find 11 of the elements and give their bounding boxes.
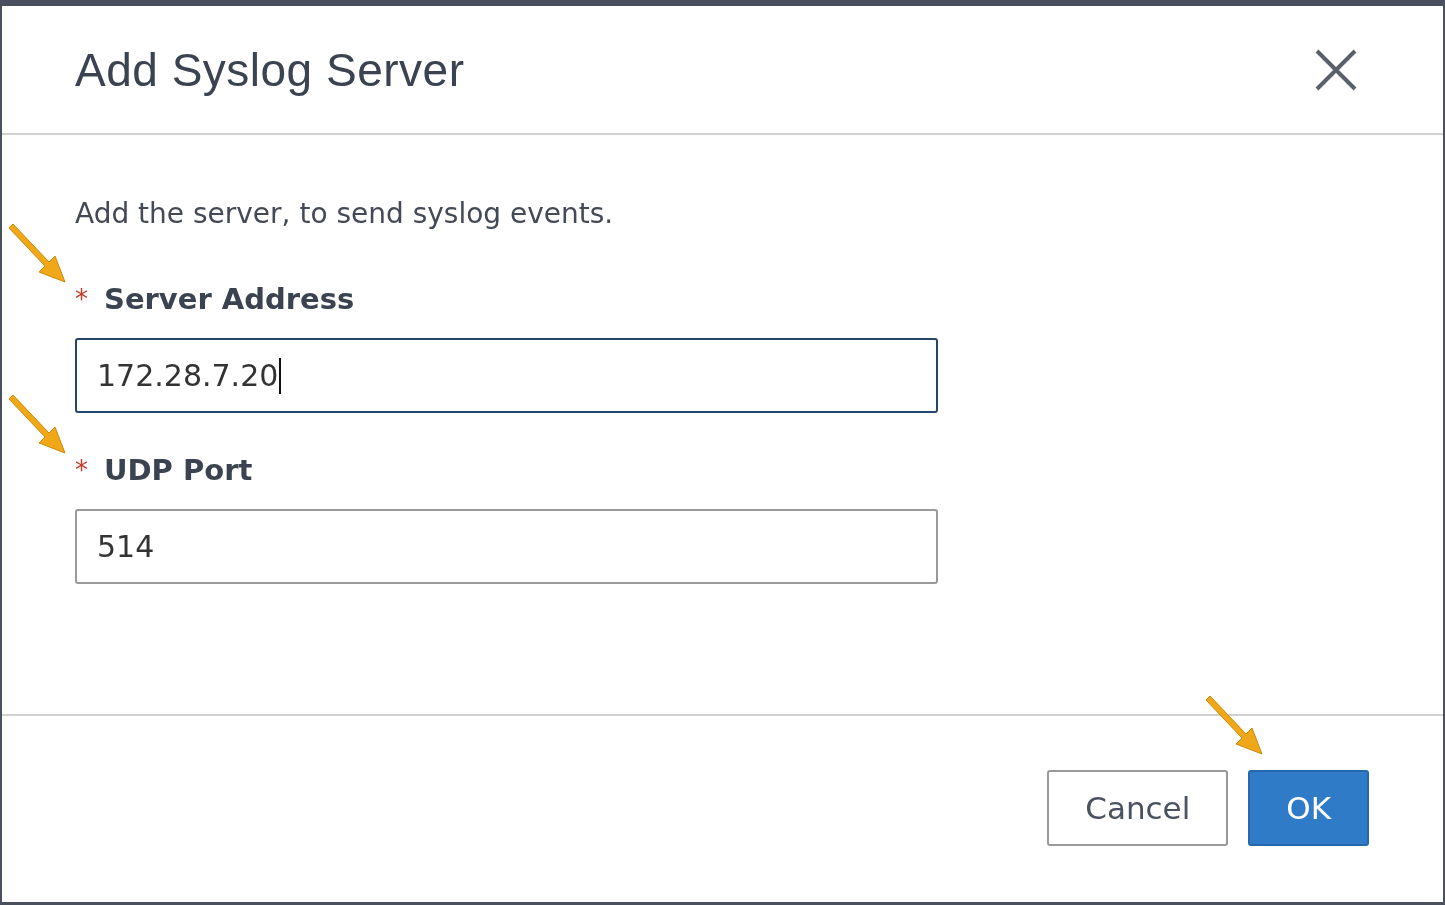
required-mark: * [75, 455, 88, 485]
field-label: UDP Port [104, 453, 253, 487]
description-text: Add the server, to send syslog events. [75, 197, 614, 230]
text-cursor [279, 357, 282, 394]
required-mark: * [75, 284, 88, 314]
dialog-title: Add Syslog Server [75, 42, 465, 97]
field-label: Server Address [104, 282, 355, 316]
ok-button[interactable]: OK [1248, 770, 1369, 846]
input-field[interactable]: 514 [75, 509, 938, 584]
input-field[interactable]: 172.28.7.20 [75, 338, 938, 413]
cancel-button[interactable]: Cancel [1047, 770, 1229, 846]
